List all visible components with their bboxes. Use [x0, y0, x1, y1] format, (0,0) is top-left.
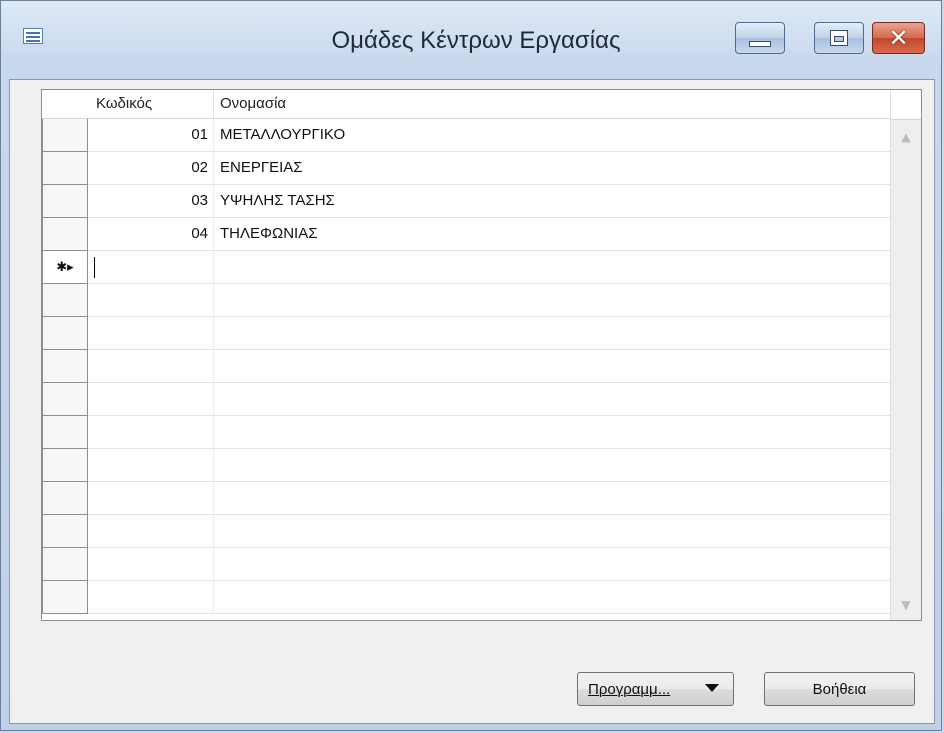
cell-code[interactable]	[90, 416, 214, 448]
cell-name[interactable]	[214, 548, 890, 580]
table-row[interactable]: 04 ΤΗΛΕΦΩΝΙΑΣ	[42, 218, 890, 251]
cell-code[interactable]: 04	[90, 218, 214, 250]
window-title: Ομάδες Κέντρων Εργασίας	[331, 27, 621, 54]
empty-row[interactable]	[42, 383, 890, 416]
cell-code[interactable]	[90, 449, 214, 481]
cell-name[interactable]	[214, 383, 890, 415]
title-bar[interactable]: Ομάδες Κέντρων Εργασίας ✕	[1, 1, 941, 79]
cell-code[interactable]	[90, 317, 214, 349]
cell-name[interactable]	[214, 284, 890, 316]
cell-code[interactable]	[90, 350, 214, 382]
cell-name[interactable]	[214, 482, 890, 514]
row-selector[interactable]	[42, 284, 88, 317]
row-selector[interactable]	[42, 581, 88, 614]
help-button[interactable]: Βοήθεια	[764, 672, 915, 706]
empty-row[interactable]	[42, 449, 890, 482]
empty-row[interactable]	[42, 350, 890, 383]
cell-code[interactable]	[90, 284, 214, 316]
row-selector[interactable]	[42, 449, 88, 482]
grid-header: Κωδικός Ονομασία	[42, 90, 890, 119]
cell-code[interactable]	[90, 515, 214, 547]
cell-code[interactable]	[90, 581, 214, 613]
cell-name[interactable]	[214, 350, 890, 382]
cell-name[interactable]	[214, 416, 890, 448]
empty-row[interactable]	[42, 581, 890, 614]
row-selector[interactable]	[42, 119, 88, 152]
row-selector[interactable]	[42, 416, 88, 449]
header-selector[interactable]	[42, 90, 90, 118]
cell-code[interactable]: 01	[90, 119, 214, 151]
row-selector[interactable]	[42, 350, 88, 383]
empty-row[interactable]	[42, 515, 890, 548]
row-selector[interactable]	[42, 482, 88, 515]
empty-row[interactable]	[42, 284, 890, 317]
programs-menu-button[interactable]: Προγραμμ...	[577, 672, 734, 706]
maximize-icon	[830, 30, 848, 46]
empty-row[interactable]	[42, 416, 890, 449]
close-icon: ✕	[888, 24, 909, 52]
cell-code[interactable]	[90, 482, 214, 514]
minimize-icon	[749, 41, 771, 47]
cell-name[interactable]	[214, 317, 890, 349]
cell-name[interactable]	[214, 449, 890, 481]
cell-code[interactable]: 03	[90, 185, 214, 217]
cell-code-input[interactable]	[90, 251, 214, 283]
table-row[interactable]: 03 ΥΨΗΛΗΣ ΤΑΣΗΣ	[42, 185, 890, 218]
cell-name-input[interactable]	[214, 251, 890, 283]
chevron-down-icon[interactable]: ▼	[891, 598, 921, 612]
maximize-button[interactable]	[814, 22, 864, 54]
row-selector[interactable]	[42, 515, 88, 548]
cell-name[interactable]: ΤΗΛΕΦΩΝΙΑΣ	[214, 218, 890, 250]
empty-row[interactable]	[42, 482, 890, 515]
row-selector[interactable]	[42, 152, 88, 185]
chevron-up-icon[interactable]: ▲	[891, 130, 921, 144]
programs-button-label: Προγραμμ...	[588, 680, 671, 698]
cell-code[interactable]	[90, 383, 214, 415]
scrollbar-corner	[891, 90, 921, 120]
cell-code[interactable]	[90, 548, 214, 580]
empty-row[interactable]	[42, 317, 890, 350]
data-grid: Κωδικός Ονομασία 01 ΜΕΤΑΛΛΟΥΡΓΙΚΟ 02 ΕΝΕΡΓΕ…	[41, 89, 922, 621]
cell-name[interactable]	[214, 515, 890, 547]
row-selector[interactable]	[42, 548, 88, 581]
cell-name[interactable]	[214, 581, 890, 613]
cell-name[interactable]: ΥΨΗΛΗΣ ΤΑΣΗΣ	[214, 185, 890, 217]
new-row[interactable]: ✱▸	[42, 251, 890, 284]
vertical-scrollbar[interactable]: ▲ ▼	[890, 90, 921, 620]
table-row[interactable]: 01 ΜΕΤΑΛΛΟΥΡΓΙΚΟ	[42, 119, 890, 152]
close-button[interactable]: ✕	[872, 22, 925, 54]
cell-code[interactable]: 02	[90, 152, 214, 184]
row-selector[interactable]	[42, 317, 88, 350]
table-row[interactable]: 02 ΕΝΕΡΓΕΙΑΣ	[42, 152, 890, 185]
column-header-code[interactable]: Κωδικός	[90, 90, 214, 118]
empty-row[interactable]	[42, 548, 890, 581]
caret-down-icon	[705, 684, 719, 692]
minimize-button[interactable]	[735, 22, 785, 54]
new-row-marker[interactable]: ✱▸	[42, 251, 88, 284]
client-area: Κωδικός Ονομασία 01 ΜΕΤΑΛΛΟΥΡΓΙΚΟ 02 ΕΝΕΡΓΕ…	[9, 79, 935, 724]
row-selector[interactable]	[42, 218, 88, 251]
cell-name[interactable]: ΜΕΤΑΛΛΟΥΡΓΙΚΟ	[214, 119, 890, 151]
column-header-name[interactable]: Ονομασία	[214, 90, 890, 118]
dialog-window: Ομάδες Κέντρων Εργασίας ✕ Κωδικός Ονομασ…	[0, 0, 942, 731]
row-selector[interactable]	[42, 185, 88, 218]
row-selector[interactable]	[42, 383, 88, 416]
cell-name[interactable]: ΕΝΕΡΓΕΙΑΣ	[214, 152, 890, 184]
